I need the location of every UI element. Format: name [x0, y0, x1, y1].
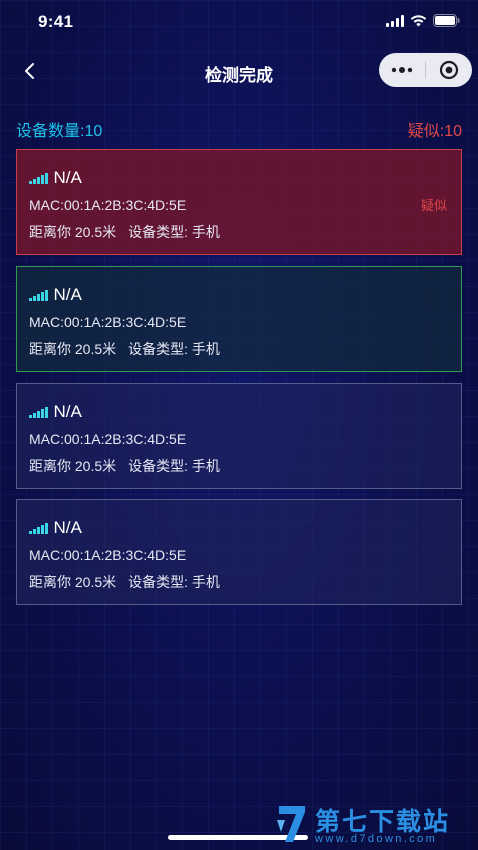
device-distance: 距离你 20.5米 — [29, 458, 117, 474]
close-button[interactable] — [426, 53, 472, 87]
device-header: N/A — [29, 402, 82, 422]
target-circle-icon — [439, 60, 459, 80]
device-mac: MAC:00:1A:2B:3C:4D:5E — [29, 431, 187, 447]
device-mac: MAC:00:1A:2B:3C:4D:5E — [29, 547, 187, 563]
watermark: 第七下载站 www.d7down.com — [275, 802, 470, 848]
device-card[interactable]: N/A MAC:00:1A:2B:3C:4D:5E 距离你 20.5米 设备类型:… — [16, 499, 462, 605]
device-meta: 距离你 20.5米 设备类型: 手机 — [29, 339, 220, 359]
signal-strength-icon — [29, 172, 48, 184]
signal-strength-icon — [29, 522, 48, 534]
suspect-count: 疑似:10 — [407, 123, 462, 140]
more-button[interactable] — [379, 53, 425, 87]
status-icons — [386, 14, 460, 27]
device-card[interactable]: N/A MAC:00:1A:2B:3C:4D:5E 距离你 20.5米 设备类型:… — [16, 383, 462, 489]
device-type: 设备类型: 手机 — [128, 224, 220, 240]
device-header: N/A — [29, 518, 82, 538]
device-type: 设备类型: 手机 — [128, 458, 220, 474]
device-name: N/A — [53, 168, 82, 187]
device-name: N/A — [53, 402, 82, 421]
status-bar: 9:41 — [0, 0, 478, 44]
status-time: 9:41 — [38, 12, 74, 31]
signal-strength-icon — [29, 289, 48, 301]
device-meta: 距离你 20.5米 设备类型: 手机 — [29, 572, 220, 592]
d7-logo-icon — [277, 806, 305, 842]
nav-bar: 检测完成 — [0, 50, 478, 94]
device-card[interactable]: N/A MAC:00:1A:2B:3C:4D:5E 距离你 20.5米 设备类型:… — [16, 266, 462, 372]
wifi-icon — [410, 14, 427, 27]
device-card[interactable]: N/A MAC:00:1A:2B:3C:4D:5E 距离你 20.5米 设备类型:… — [16, 149, 462, 255]
device-distance: 距离你 20.5米 — [29, 341, 117, 357]
battery-icon — [433, 14, 460, 27]
device-distance: 距离你 20.5米 — [29, 574, 117, 590]
device-type: 设备类型: 手机 — [128, 341, 220, 357]
device-type: 设备类型: 手机 — [128, 574, 220, 590]
device-count: 设备数量:10 — [16, 123, 103, 140]
device-mac: MAC:00:1A:2B:3C:4D:5E — [29, 314, 187, 330]
mini-program-capsule — [379, 53, 472, 87]
more-dots-icon — [391, 67, 413, 73]
watermark-url: www.d7down.com — [315, 833, 438, 845]
summary-row: 设备数量:10 疑似:10 — [16, 117, 462, 140]
device-mac: MAC:00:1A:2B:3C:4D:5E — [29, 197, 187, 213]
device-meta: 距离你 20.5米 设备类型: 手机 — [29, 456, 220, 476]
cellular-signal-icon — [386, 14, 404, 27]
device-name: N/A — [53, 285, 82, 304]
suspect-flag: 疑似 — [420, 198, 447, 213]
device-name: N/A — [53, 518, 82, 537]
signal-strength-icon — [29, 406, 48, 418]
device-meta: 距离你 20.5米 设备类型: 手机 — [29, 222, 220, 242]
device-distance: 距离你 20.5米 — [29, 224, 117, 240]
device-header: N/A — [29, 168, 82, 188]
device-header: N/A — [29, 285, 82, 305]
